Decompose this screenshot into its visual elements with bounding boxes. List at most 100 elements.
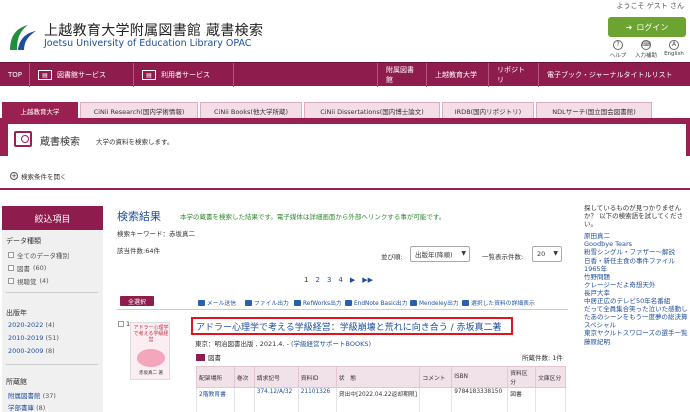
facet-location-stack[interactable]: 学部書庫 (8) — [8, 402, 45, 412]
results-title: 検索結果 — [117, 210, 161, 223]
suggestion-link[interactable]: だって全員集合笑った泣いた感動したあのシーンをもう一度夢の総決算スペシャル — [584, 305, 688, 329]
suggestion-link[interactable]: 長戸大幸 — [584, 289, 688, 297]
next-page-icon[interactable]: ▶ — [350, 276, 355, 284]
detail-icon — [462, 299, 469, 306]
facet-data-type-av[interactable]: 視聴覚 (4) — [8, 276, 49, 286]
library-services-icon: ▤ — [38, 70, 52, 80]
file-export-button[interactable]: ファイル出力 — [245, 298, 289, 307]
select-all-button[interactable]: 全選択 — [120, 296, 154, 306]
nav-library-link[interactable]: 附属図書館 — [377, 63, 427, 87]
checkbox[interactable] — [118, 321, 124, 327]
nav-library-services[interactable]: ▤ 図書館サービス — [30, 63, 134, 87]
pagination: 1 2 3 4 ▶ ▶▶ — [304, 276, 373, 284]
facet-item-count: (4) — [39, 277, 49, 285]
page-4[interactable]: 4 — [338, 276, 342, 284]
col-material-class: 資料区分 — [507, 366, 537, 388]
expand-search-conditions[interactable]: + 検索条件を開く — [10, 171, 67, 181]
suggestion-link[interactable]: 1965年 — [584, 265, 688, 273]
nav-user-services[interactable]: ▤ 利用者サービス — [134, 63, 234, 87]
email-label: メール送信 — [207, 301, 236, 307]
result-title-link[interactable]: アドラー心理学で考える学級経営：学級崩壊と荒れに向き合う / 赤坂真二著 — [196, 320, 502, 333]
facet-year-2020[interactable]: 2020-2022 (4) — [8, 321, 55, 329]
input-assist-link[interactable]: ⌨ 入力補助 — [634, 40, 658, 59]
select-all-label: 全選択 — [127, 298, 146, 306]
nav-top[interactable]: TOP — [0, 63, 30, 87]
tab-cinii-dissertations[interactable]: CiNii Dissertations(国内博士論文) — [304, 102, 440, 118]
nav-ebook-link-label: 電子ブック・ジャーナルタイトルリスト — [547, 71, 673, 79]
suggestion-link[interactable]: 日香・新任主食の事件ファイル — [584, 257, 688, 265]
suggestion-link[interactable]: クレージーだよ奇想天外 — [584, 281, 688, 289]
panel-subtitle: 大学の資料を検索します。 — [96, 138, 174, 146]
result-count: 該当件数:64件 — [117, 247, 160, 255]
tab-joetsu[interactable]: 上越教育大学 — [2, 102, 78, 118]
keyboard-icon: ⌨ — [641, 40, 651, 50]
page-3[interactable]: 3 — [327, 276, 331, 284]
mail-icon — [198, 299, 205, 306]
table-row: 2階教育書 374.12/A/32 21101326 貸出中[2022.04.2… — [196, 387, 566, 412]
last-page-icon[interactable]: ▶▶ — [362, 276, 373, 284]
holdings-count: 所蔵件数: 1件 — [522, 354, 563, 362]
col-material-id: 資料ID — [297, 366, 337, 388]
chevron-down-icon: ▼ — [553, 250, 558, 257]
tab-cinii-research[interactable]: CiNii Research(国内学術情報) — [80, 102, 198, 118]
cell-call-number[interactable]: 374.12/A/32 — [253, 387, 299, 412]
nav-university-link[interactable]: 上越教育大学 — [427, 63, 489, 87]
plus-circle-icon: + — [10, 172, 18, 180]
suggestion-link[interactable]: 東京ヤクルトスワローズの選手一覧 — [584, 329, 688, 337]
cell-isbn: 9784183338150 — [451, 387, 509, 412]
facet-data-type-all[interactable]: 全てのデータ種別 — [8, 250, 69, 260]
nav-university-link-label: 上越教育大学 — [435, 71, 477, 79]
page-2[interactable]: 2 — [315, 276, 319, 284]
sort-select[interactable]: 出版年(降順) ▼ — [410, 246, 470, 262]
email-button[interactable]: メール送信 — [198, 298, 236, 307]
detail-view-label: 選択した資料の詳細表示 — [471, 301, 535, 307]
cell-material-id[interactable]: 21101326 — [297, 387, 337, 412]
facet-item-label: 図書 — [17, 265, 30, 273]
nav-repository-link[interactable]: リポジトリ — [489, 63, 539, 87]
facet-item-label: 全てのデータ種別 — [17, 252, 69, 260]
facet-year-2000[interactable]: 2000-2009 (8) — [8, 347, 55, 355]
tab-cinii-books[interactable]: CiNii Books(他大学所蔵) — [200, 102, 302, 118]
suggestion-link[interactable]: 竹野問題 — [584, 273, 688, 281]
suggestion-link[interactable]: 原田真二 — [584, 232, 688, 240]
library-logo-icon[interactable] — [6, 22, 38, 52]
suggestion-link[interactable]: 中居正広のテレビ50年名番組 — [584, 297, 688, 305]
checkbox[interactable] — [8, 278, 14, 284]
detail-view-button[interactable]: 選択した資料の詳細表示 — [462, 298, 535, 307]
material-type-label: 図書 — [208, 354, 221, 362]
tab-irdb[interactable]: IRDB(国内リポジトリ) — [442, 102, 534, 118]
result-publisher: 東京：明治図書出版 , 2021.4. - (学級経営サポートBOOKS) — [195, 338, 371, 348]
site-title[interactable]: 上越教育大学附属図書館 蔵書検索 — [44, 20, 263, 40]
suggestion-link[interactable]: 藤原紀明 — [584, 338, 688, 346]
facet-data-type-label: データ種類 — [6, 237, 41, 245]
panel-title: 蔵書検索 — [40, 137, 80, 148]
cell-location[interactable]: 2階教育書 — [196, 387, 235, 412]
checkbox[interactable] — [8, 252, 14, 258]
page-1[interactable]: 1 — [304, 276, 308, 284]
series-link[interactable]: (学級経営サポートBOOKS) — [291, 340, 371, 348]
per-page-select[interactable]: 20 ▼ — [532, 246, 562, 262]
checkbox[interactable] — [8, 265, 14, 271]
expand-search-label: 検索条件を開く — [21, 173, 67, 181]
tab-ndl-search[interactable]: NDLサーチ(国立国会図書館) — [536, 102, 652, 118]
suggestion-link[interactable]: 粉雪シングル・ファザー～解説 — [584, 248, 688, 256]
site-subtitle: Joetsu University of Education Library O… — [44, 38, 252, 49]
search-keyword: 検索キーワード：赤坂真二 — [117, 230, 195, 238]
refworks-button[interactable]: RefWorks出力 — [294, 298, 342, 307]
facet-location-main[interactable]: 附属図書館 (37) — [8, 390, 56, 400]
cover-title: アドラー心理学で考える学級経営 — [133, 325, 169, 343]
endnote-button[interactable]: EndNote Basic出力 — [345, 298, 408, 307]
login-button[interactable]: ➜ ログイン — [608, 17, 686, 37]
nav-user-services-label: 利用者サービス — [161, 71, 210, 79]
material-type: 図書 — [196, 352, 221, 362]
user-services-icon: ▤ — [142, 70, 156, 80]
facet-data-type-book[interactable]: 図書 (60) — [8, 263, 46, 273]
endnote-label: EndNote Basic出力 — [354, 301, 408, 307]
mendeley-button[interactable]: Mendeley出力 — [410, 298, 459, 307]
help-link[interactable]: ? ヘルプ — [606, 40, 630, 59]
nav-library-link-label: 附属図書館 — [386, 66, 414, 84]
english-link[interactable]: A English — [662, 40, 686, 57]
facet-year-2010[interactable]: 2010-2019 (51) — [8, 334, 59, 342]
book-cover-image[interactable]: アドラー心理学で考える学級経営 赤坂真二 著 — [130, 322, 170, 380]
nav-ebook-link[interactable]: 電子ブック・ジャーナルタイトルリスト — [539, 63, 690, 87]
